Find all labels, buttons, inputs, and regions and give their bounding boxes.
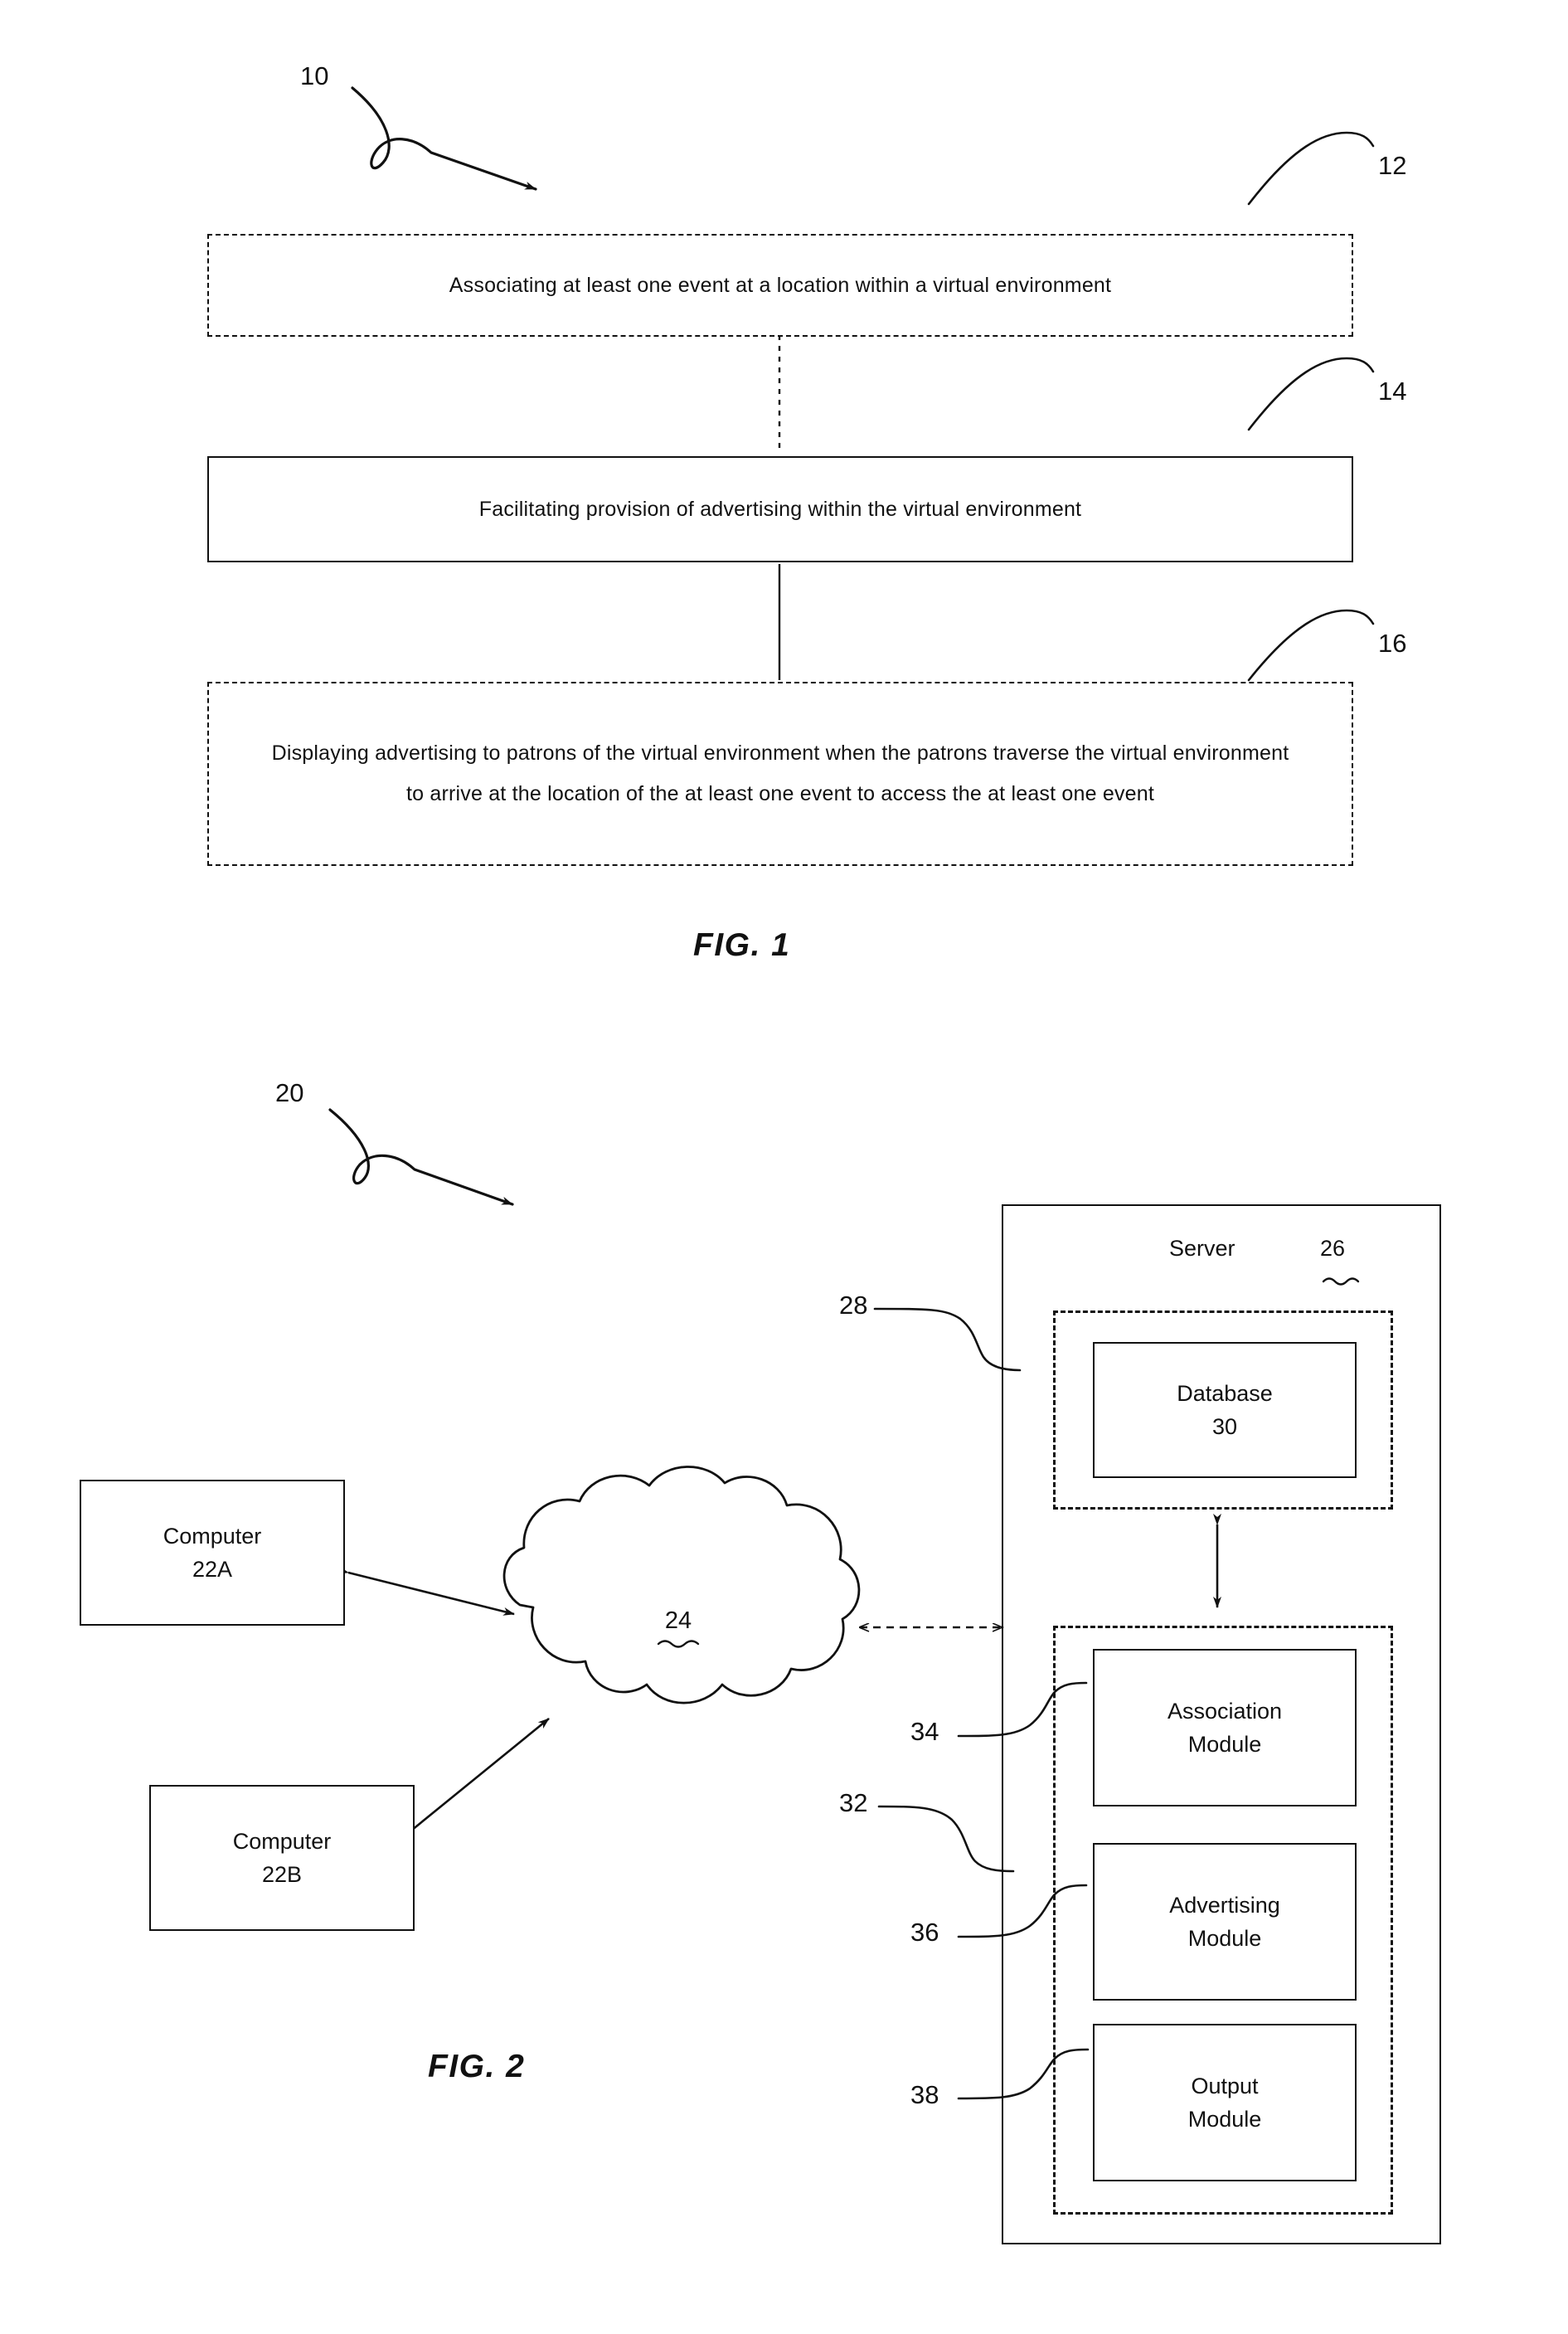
- network-cloud: [502, 1466, 861, 1704]
- figure2-ref-36: 36: [910, 1918, 939, 1947]
- figure2-ref-34: 34: [910, 1717, 939, 1746]
- figure1-ref-16: 16: [1378, 629, 1407, 658]
- computer-22b-ref: 22B: [261, 1862, 303, 1887]
- figure1-caption: FIG. 1: [693, 927, 791, 963]
- advertising-module-box: Advertising Module: [1093, 1843, 1357, 2001]
- leader-28: [873, 1307, 1022, 1372]
- figure2-ref-38: 38: [910, 2080, 939, 2109]
- figure2-ref-32: 32: [839, 1788, 868, 1817]
- leader-12: [1247, 131, 1375, 206]
- database-ref: 30: [1211, 1414, 1238, 1439]
- flow-step-16-text: Displaying advertising to patrons of the…: [271, 742, 1289, 805]
- figure1-ref-14: 14: [1378, 377, 1407, 406]
- link-22a-cloud: [337, 1565, 515, 1616]
- database-box: Database 30: [1093, 1342, 1357, 1478]
- figure2-ref-28: 28: [839, 1291, 868, 1320]
- flow-step-12-text: Associating at least one event at a loca…: [449, 273, 1112, 297]
- flow-step-16: Displaying advertising to patrons of the…: [207, 682, 1353, 866]
- link-22b-cloud: [386, 1717, 550, 1852]
- leader-16: [1247, 609, 1375, 682]
- flow-step-14-text: Facilitating provision of advertising wi…: [478, 497, 1082, 521]
- computer-22a-ref: 22A: [192, 1557, 233, 1582]
- figure1-assembly-leader: [351, 86, 537, 191]
- association-module-box: Association Module: [1093, 1649, 1357, 1806]
- output-module-label-line1: Output: [1191, 2074, 1259, 2098]
- computer-22a-label: Computer: [163, 1524, 262, 1549]
- figure1-assembly-ref: 10: [300, 61, 329, 90]
- advertising-module-label-line2: Module: [1187, 1926, 1262, 1951]
- output-module-box: Output Module: [1093, 2024, 1357, 2181]
- computer-22b-box: Computer 22B: [149, 1785, 415, 1931]
- patent-drawing-sheet: 10 Associating at least one event at a l…: [0, 0, 1568, 2334]
- output-module-label-line2: Module: [1187, 2107, 1262, 2132]
- figure1-ref-12: 12: [1378, 151, 1407, 180]
- leader-32: [877, 1805, 1015, 1873]
- figure2-assembly-leader: [328, 1108, 514, 1206]
- figure2-assembly-ref: 20: [275, 1078, 304, 1107]
- server-title: Server: [1169, 1236, 1235, 1261]
- computer-22a-box: Computer 22A: [80, 1480, 345, 1626]
- association-module-label-line2: Module: [1187, 1732, 1262, 1757]
- network-cloud-ref: 24: [664, 1607, 692, 1634]
- flow-step-12: Associating at least one event at a loca…: [207, 234, 1353, 337]
- database-label: Database: [1177, 1381, 1273, 1406]
- leader-14: [1247, 357, 1375, 431]
- server-ref-26: 26: [1320, 1236, 1346, 1261]
- association-module-label-line1: Association: [1167, 1699, 1283, 1724]
- squiggle-24: [657, 1640, 700, 1648]
- advertising-module-label-line1: Advertising: [1169, 1893, 1280, 1918]
- computer-22b-label: Computer: [232, 1829, 332, 1854]
- figure2-caption: FIG. 2: [428, 2049, 526, 2084]
- flow-step-14: Facilitating provision of advertising wi…: [207, 456, 1353, 562]
